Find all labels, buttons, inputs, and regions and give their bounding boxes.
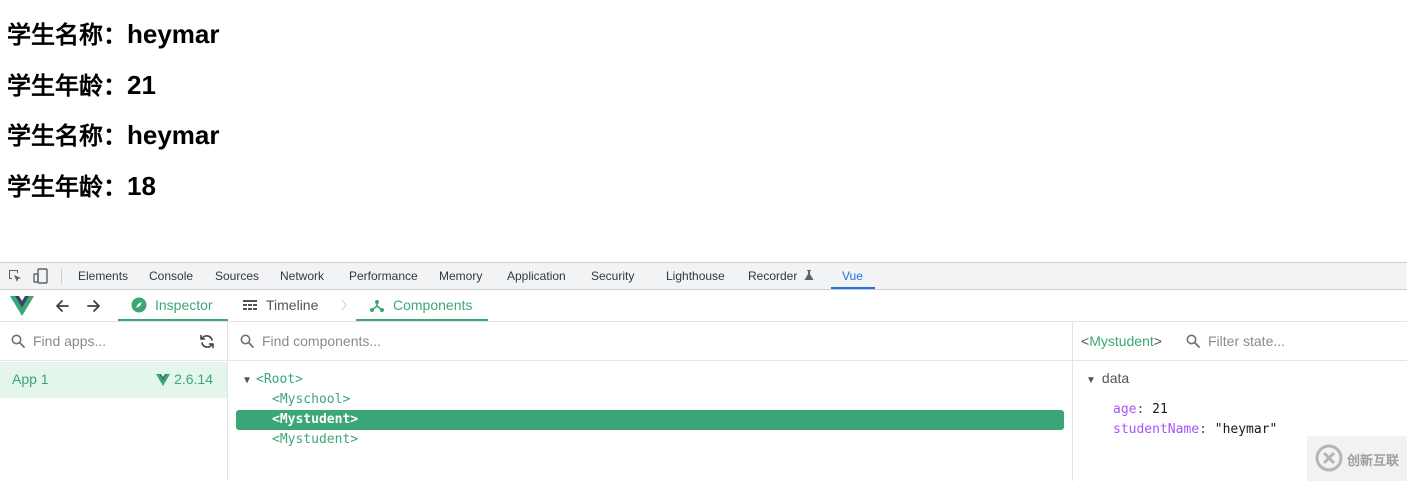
tree-node-label: <Myschool> — [272, 392, 351, 407]
forward-arrow-icon[interactable] — [85, 297, 103, 315]
vue-version: 2.6.14 — [156, 371, 213, 387]
state-prop-age[interactable]: age: 21 — [1113, 402, 1168, 417]
line-label: 学生名称： — [7, 21, 127, 49]
watermark-text: 创新互联 — [1347, 454, 1400, 469]
prop-value: 21 — [1152, 402, 1168, 417]
tree-node-label: <Root> — [256, 372, 303, 387]
tab-memory[interactable]: Memory — [439, 263, 482, 290]
section-label: data — [1101, 370, 1130, 386]
tab-inspector-label: Inspector — [155, 297, 213, 313]
find-components-input[interactable] — [262, 330, 662, 352]
tab-application[interactable]: Application — [507, 263, 566, 290]
prop-key: age — [1113, 402, 1137, 417]
line-value: 21 — [127, 70, 156, 100]
vue-logo-icon — [10, 296, 34, 319]
line-value: 18 — [127, 171, 156, 201]
tree-node-label: <Mystudent> — [272, 432, 359, 447]
student-age-line: 学生年龄：21 — [7, 70, 156, 101]
vue-logo-icon — [156, 374, 171, 386]
vue-version-label: 2.6.14 — [174, 371, 213, 387]
flask-icon — [804, 270, 814, 280]
prop-key: studentName — [1113, 422, 1200, 437]
state-header: <Mystudent> — [1073, 322, 1407, 361]
caret-down-icon: ▼ — [244, 375, 251, 386]
caret-down-icon: ▼ — [1086, 375, 1096, 386]
student-age-line: 学生年龄：18 — [7, 171, 156, 202]
data-section-header[interactable]: ▼ data — [1086, 370, 1129, 386]
line-label: 学生名称： — [7, 122, 127, 150]
tab-sources[interactable]: Sources — [215, 263, 259, 290]
active-tab-indicator — [831, 287, 875, 289]
tree-node-myschool[interactable]: <Myschool> — [272, 390, 350, 410]
tab-components-label: Components — [393, 297, 473, 313]
back-arrow-icon[interactable] — [53, 297, 71, 315]
timeline-icon — [243, 300, 257, 310]
tab-performance[interactable]: Performance — [349, 263, 418, 290]
tab-console[interactable]: Console — [149, 263, 193, 290]
watermark: 创新互联 — [1307, 436, 1407, 481]
vue-devtools-toolbar: Inspector Timeline Components — [0, 290, 1407, 322]
tree-node-label: <Mystudent> — [272, 412, 359, 427]
components-search-row — [228, 322, 1072, 361]
student-name-line: 学生名称：heymar — [7, 120, 220, 151]
search-icon — [11, 334, 25, 351]
tab-components[interactable]: Components — [356, 290, 488, 321]
find-apps-input[interactable] — [33, 330, 183, 352]
inspect-element-icon[interactable] — [7, 268, 23, 284]
tab-recorder-label: Recorder — [748, 269, 798, 283]
tab-lighthouse[interactable]: Lighthouse — [666, 263, 725, 290]
refresh-icon[interactable] — [199, 334, 215, 352]
line-label: 学生年龄： — [7, 173, 127, 201]
tab-vue[interactable]: Vue — [842, 263, 863, 290]
tree-node-root[interactable]: ▼ <Root> — [244, 370, 303, 390]
search-icon — [1186, 334, 1200, 351]
apps-pane: App 1 2.6.14 — [0, 322, 228, 481]
app-name: App 1 — [12, 371, 49, 387]
component-tree-pane: ▼ <Root> <Myschool> <Mystudent> <Mystuden… — [228, 322, 1073, 481]
tab-inspector[interactable]: Inspector — [118, 290, 228, 321]
devtools-tab-bar: Elements Console Sources Network Perform… — [0, 262, 1407, 290]
tab-network[interactable]: Network — [280, 263, 324, 290]
search-icon — [240, 334, 254, 351]
tree-node-mystudent[interactable]: <Mystudent> — [272, 430, 358, 450]
compass-icon — [131, 297, 147, 313]
tab-recorder[interactable]: Recorder — [748, 263, 814, 290]
tab-timeline[interactable]: Timeline — [242, 290, 318, 321]
prop-value: "heymar" — [1214, 422, 1278, 437]
bracket-open: < — [1081, 333, 1090, 349]
apps-search-row — [0, 322, 227, 361]
selected-component-name: <Mystudent> — [1081, 333, 1162, 349]
state-prop-studentname[interactable]: studentName: "heymar" — [1113, 422, 1277, 437]
filter-state-input[interactable] — [1208, 330, 1398, 352]
line-value: heymar — [127, 120, 220, 150]
prop-colon: : — [1136, 402, 1153, 417]
components-icon — [370, 300, 384, 312]
app-list-item[interactable]: App 1 2.6.14 — [0, 362, 227, 398]
bracket-close: > — [1153, 333, 1162, 349]
line-value: heymar — [127, 19, 220, 49]
line-label: 学生年龄： — [7, 72, 127, 100]
chevron-right-icon — [340, 298, 348, 315]
tree-node-mystudent-selected[interactable]: <Mystudent> — [236, 410, 1064, 430]
tab-elements[interactable]: Elements — [78, 263, 128, 290]
tab-timeline-label: Timeline — [266, 297, 319, 313]
tab-security[interactable]: Security — [591, 263, 634, 290]
toolbar-divider — [61, 269, 62, 284]
page-content: 学生名称：heymar 学生年龄：21 学生名称：heymar 学生年龄：18 — [0, 0, 1407, 262]
component-name-text: Mystudent — [1089, 333, 1154, 349]
prop-colon: : — [1199, 422, 1215, 437]
student-name-line: 学生名称：heymar — [7, 19, 220, 50]
watermark-logo-icon — [1315, 444, 1343, 472]
device-toolbar-icon[interactable] — [33, 268, 49, 284]
